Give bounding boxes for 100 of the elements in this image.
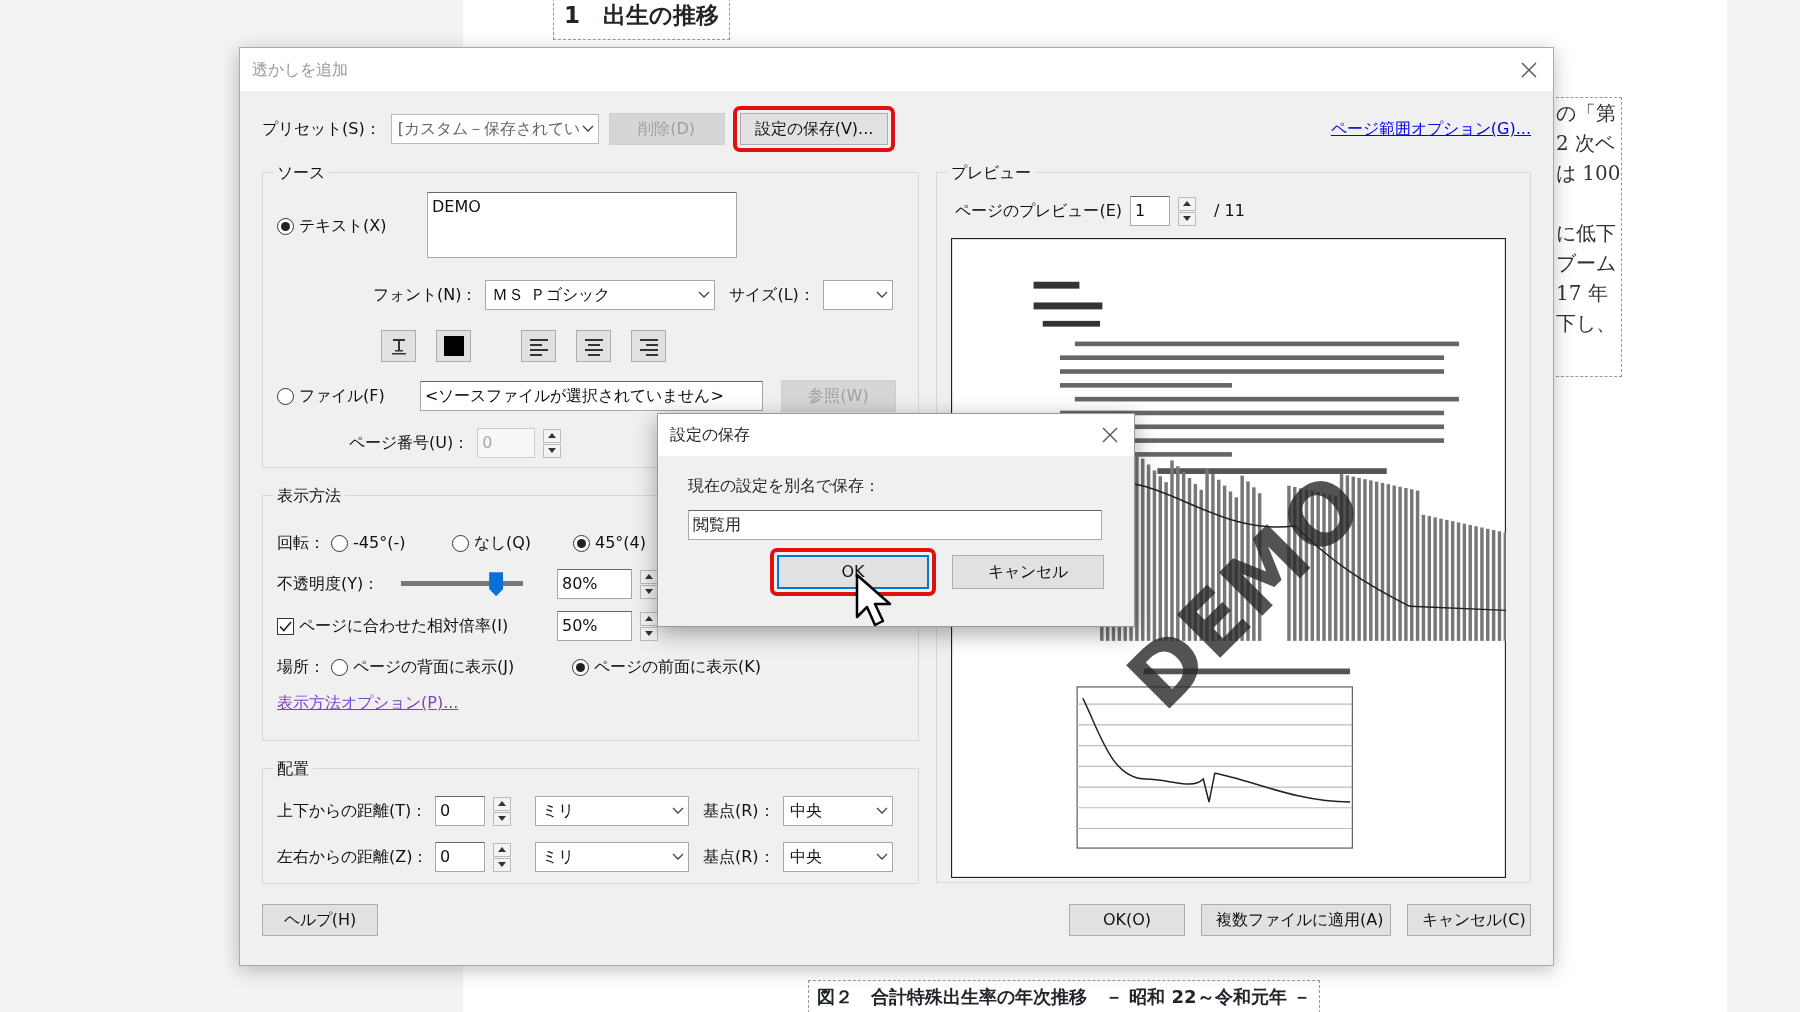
button[interactable]: OK [777, 555, 929, 589]
down-triangle-icon [548, 448, 557, 454]
button[interactable]: キャンセル(C) [1407, 904, 1531, 936]
check-icon [279, 620, 292, 632]
radio-label: なし(Q) [474, 532, 532, 555]
radio-button[interactable] [331, 534, 348, 552]
field-label: 左右からの距離(Z)： [277, 846, 427, 869]
spin-down-button[interactable] [493, 857, 511, 872]
spin-up-button[interactable] [1178, 196, 1197, 211]
dropdown-value: ミリ [542, 800, 574, 823]
document-heading: 1 出生の推移 [553, 0, 730, 40]
up-triangle-icon [498, 847, 506, 853]
field-label: 回転： [277, 532, 325, 555]
dropdown[interactable]: 中央 [782, 842, 893, 873]
chevron-down-icon [672, 807, 684, 816]
spin-down-button[interactable] [640, 626, 658, 641]
toolbar-button[interactable] [436, 330, 471, 363]
spin-down-button[interactable] [493, 811, 511, 826]
spin-down-button[interactable] [543, 443, 562, 458]
text-area[interactable]: DEMO [427, 192, 737, 259]
radio-button[interactable] [452, 534, 469, 552]
up-triangle-icon [645, 574, 653, 580]
chevron-down-icon [672, 853, 684, 862]
color-swatch-icon [443, 335, 464, 357]
button[interactable]: 複数ファイルに適用(A) [1201, 904, 1391, 936]
opacity-field[interactable]: 80% [557, 569, 632, 600]
distance-field[interactable]: 0 [435, 796, 485, 827]
radio-button[interactable] [573, 534, 590, 552]
field-label: 上下からの距離(T)： [277, 800, 427, 823]
radio-label: ページの背面に表示(J) [353, 656, 515, 679]
spin-up-button[interactable] [640, 569, 658, 584]
dropdown[interactable]: 中央 [782, 796, 893, 827]
dropdown-value: ミリ [542, 846, 574, 869]
field-label: サイズ(L)： [729, 284, 815, 307]
help-button[interactable]: ヘルプ(H) [262, 904, 378, 936]
link[interactable]: ページ範囲オプション(G)... [1330, 117, 1531, 141]
spin-up-button[interactable] [493, 842, 511, 857]
document-text-line: の「第 [1556, 100, 1617, 127]
radio-label: -45°(-) [353, 532, 406, 555]
up-triangle-icon [548, 433, 557, 439]
field-label: 不透明度(Y)： [277, 573, 381, 596]
figure-caption: 図２ 合計特殊出生率の年次推移 － 昭和 22～令和元年 － [808, 980, 1320, 1012]
name-field[interactable]: 閲覧用 [688, 510, 1102, 540]
close-icon [1521, 61, 1537, 78]
dropdown[interactable]: ミリ [535, 842, 689, 873]
down-triangle-icon [498, 816, 506, 822]
toolbar-button[interactable] [576, 330, 611, 363]
spin-up-button[interactable] [493, 796, 511, 811]
field-label: プリセット(S)： [262, 118, 381, 140]
radio-label: ページの前面に表示(K) [594, 656, 761, 679]
page-field[interactable]: 1 [1130, 196, 1171, 227]
dropdown-value: ＭＳ Ｐゴシック [492, 284, 610, 307]
button[interactable]: 設定の保存(V)... [739, 113, 889, 145]
radio-label: テキスト(X) [299, 215, 387, 238]
radio-button[interactable] [572, 658, 589, 676]
field-label: ページ番号(U)： [349, 432, 470, 455]
document-text-line: 17 年 [1556, 280, 1609, 307]
file-path-field[interactable]: <ソースファイルが選択されていません> [420, 381, 763, 412]
chevron-down-icon [698, 291, 711, 300]
spin-down-button[interactable] [640, 584, 658, 599]
group-title: 配置 [276, 759, 310, 779]
link[interactable]: 表示方法オプション(P)... [277, 691, 459, 716]
down-triangle-icon [1183, 216, 1192, 222]
button[interactable]: キャンセル [952, 555, 1104, 589]
up-triangle-icon [645, 616, 653, 622]
field-label: 基点(R)： [703, 846, 775, 869]
dropdown[interactable]: ミリ [535, 796, 689, 827]
dropdown[interactable]: ＭＳ Ｐゴシック [485, 280, 716, 311]
spin-up-button[interactable] [640, 611, 658, 626]
document-text-line: 下し、 [1556, 310, 1617, 337]
toolbar-button[interactable] [381, 330, 416, 363]
page-count: / 11 [1214, 200, 1245, 223]
spin-up-button[interactable] [543, 428, 562, 443]
document-text-line: に低下 [1556, 220, 1617, 247]
checkbox[interactable] [277, 617, 294, 635]
chevron-down-icon [875, 291, 888, 300]
chevron-down-icon [875, 853, 888, 862]
radio-label: ファイル(F) [299, 385, 385, 408]
distance-field[interactable]: 0 [435, 842, 485, 873]
spin-down-button[interactable] [1178, 211, 1197, 226]
radio-label: 45°(4) [595, 532, 647, 555]
button[interactable]: OK(O) [1069, 904, 1185, 936]
chevron-down-icon [581, 125, 594, 133]
scale-field[interactable]: 50% [557, 611, 632, 642]
radio-button[interactable] [277, 217, 294, 235]
window-title: 設定の保存 [670, 424, 750, 446]
radio-button[interactable] [331, 658, 348, 676]
field-label: 場所： [277, 656, 325, 679]
slider-thumb[interactable] [489, 572, 504, 597]
document-text-line: は 100 [1556, 160, 1621, 187]
radio-button[interactable] [277, 387, 294, 405]
group-title: ソース [276, 163, 326, 183]
toolbar-button[interactable] [521, 330, 556, 363]
document-text-line: 2 次ベ [1556, 130, 1617, 157]
dropdown[interactable]: [カスタム－保存されてい [390, 114, 599, 144]
field-label: 基点(R)： [703, 800, 775, 823]
document-text-line: ブーム [1556, 250, 1617, 277]
dropdown-value: [カスタム－保存されてい [397, 118, 580, 140]
toolbar-button[interactable] [631, 330, 666, 363]
group-title: プレビュー [950, 163, 1033, 183]
